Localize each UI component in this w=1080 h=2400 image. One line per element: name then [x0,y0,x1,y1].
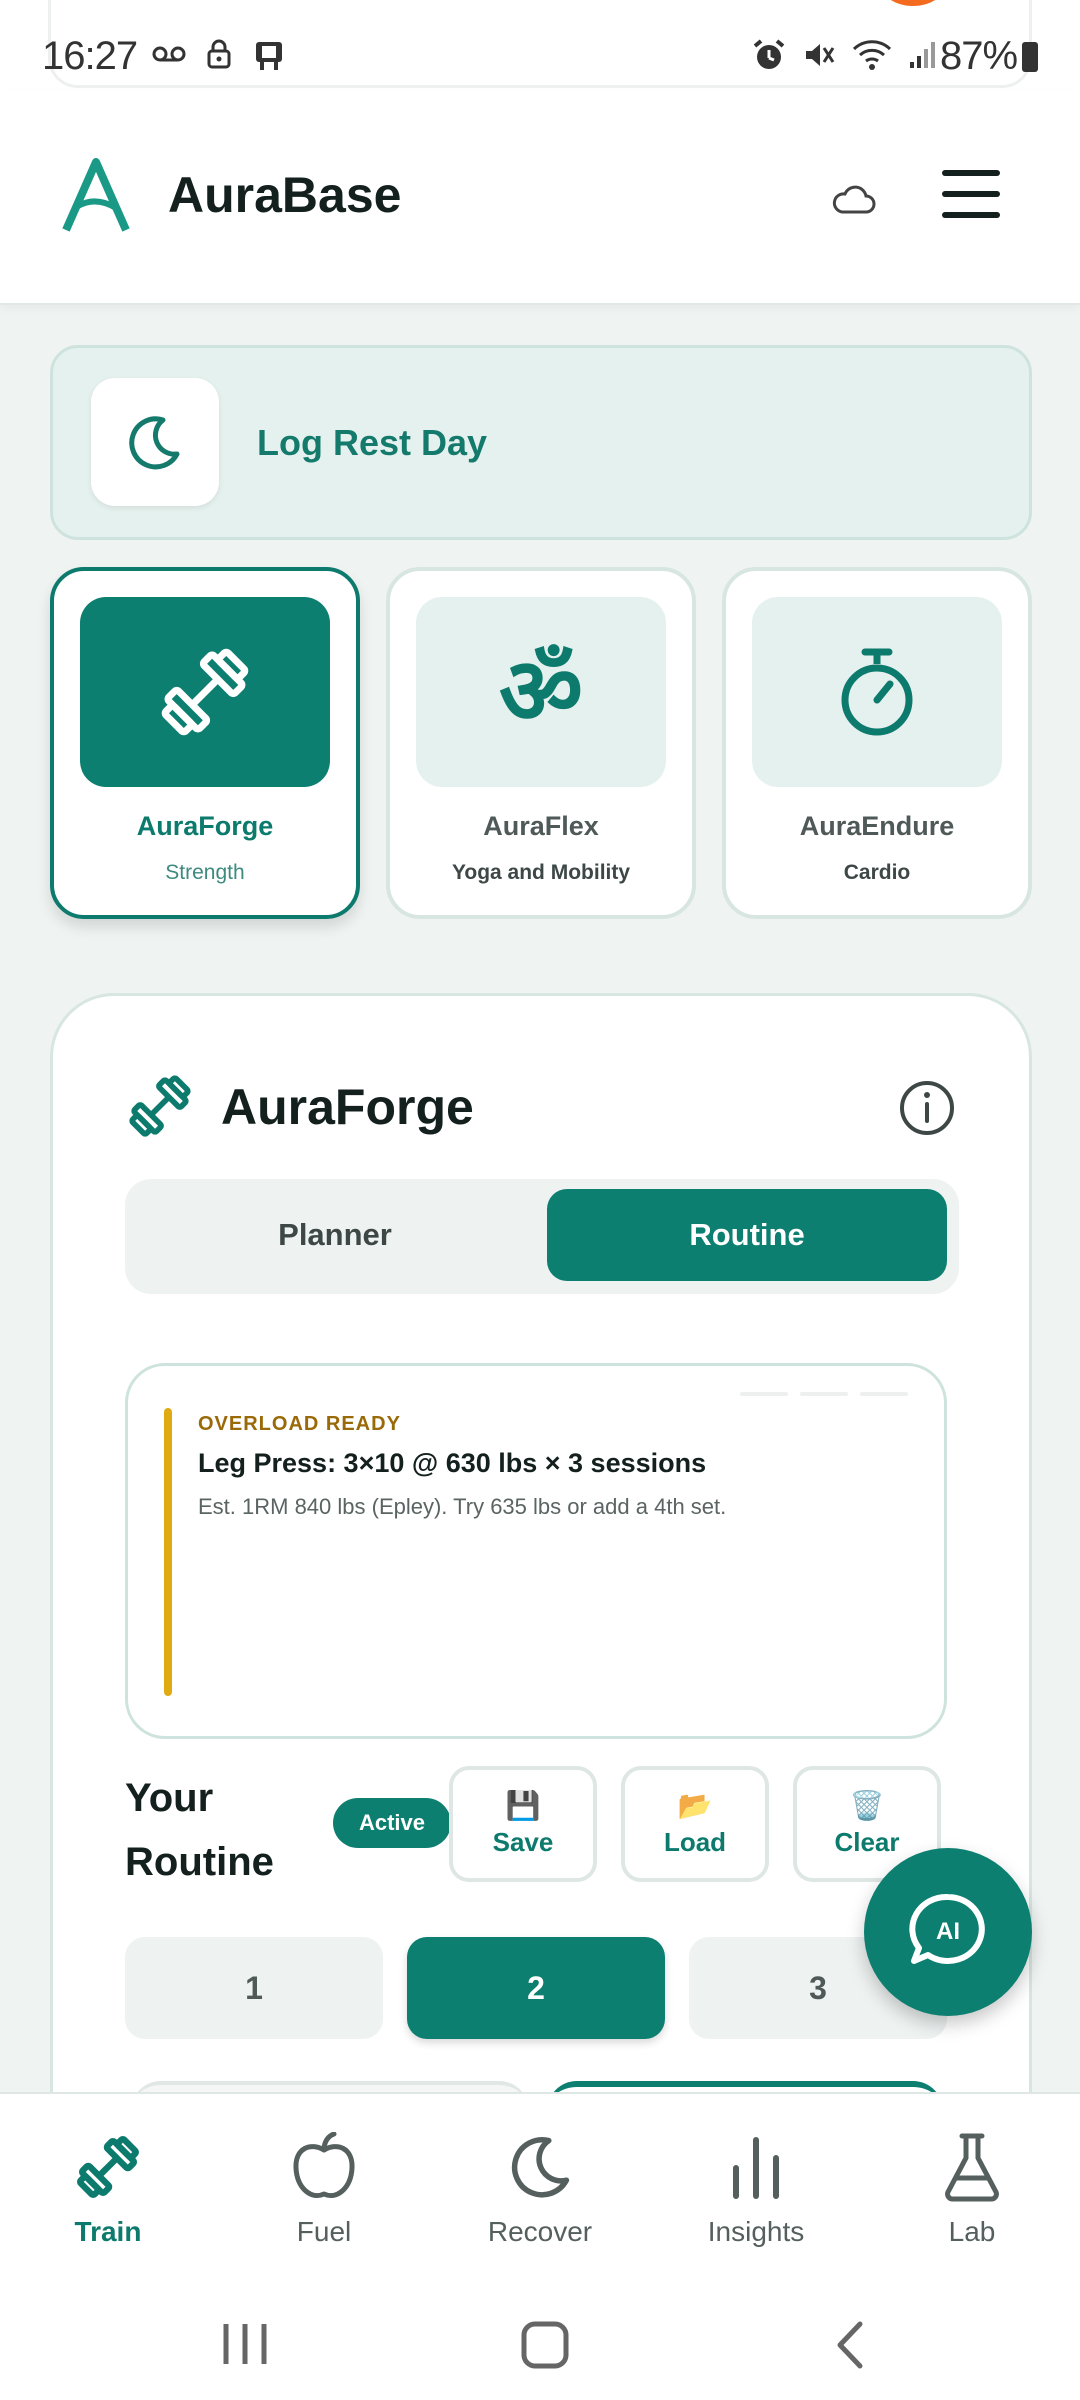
discipline-card-auraforge[interactable]: AuraForge Strength [50,567,360,919]
discipline-card-auraflex[interactable]: ॐ AuraFlex Yoga and Mobility [386,567,696,919]
status-bar: 16:27 87% [0,0,1080,90]
mode-segmented-control: Planner Routine [125,1179,959,1294]
cloud-sync-icon[interactable] [830,182,878,218]
tip-tag: OVERLOAD READY [198,1413,401,1435]
dumbbell-icon [73,2132,143,2202]
status-badge: Active [333,1798,451,1848]
discipline-name: AuraFlex [483,811,599,841]
dumbbell-icon [161,648,249,736]
signal-icon [910,42,935,68]
tab-routine[interactable]: Routine [547,1189,947,1281]
tip-title: Leg Press: 3×10 @ 630 lbs × 3 sessions [198,1448,707,1478]
battery-percent: 87% [940,34,1018,78]
save-button[interactable]: 💾 Save [449,1766,597,1882]
app-header: AuraBase [0,90,1080,305]
status-time: 16:27 [42,34,138,78]
save-label: Save [492,1826,554,1857]
apple-icon [289,2132,359,2202]
rest-day-label: Log Rest Day [257,422,488,463]
discipline-name: AuraEndure [799,811,955,841]
discipline-subtitle: Strength [165,861,245,884]
fab-label: AI [936,1918,960,1945]
wifi-icon [852,40,892,70]
discipline-icon-box: ॐ [416,597,666,787]
folder-icon: 📂 [677,1789,713,1821]
brand-name: AuraBase [168,167,402,223]
flask-icon [937,2132,1007,2202]
status-left-icons [152,38,286,70]
voicemail-icon [152,46,186,62]
mute-icon [806,44,835,66]
panel-title: AuraForge [221,1079,474,1135]
load-button[interactable]: 📂 Load [621,1766,769,1882]
nav-recover[interactable]: Recover [432,2094,648,2284]
bottom-navigation: Train Fuel Recover Insights Lab [0,2092,1080,2282]
load-label: Load [663,1826,727,1857]
alarm-icon [753,39,785,69]
carousel-indicator [740,1392,908,1396]
discipline-card-auraendure[interactable]: AuraEndure Cardio [722,567,1032,919]
chat-bubble-icon: AI [909,1893,985,1964]
tab-planner[interactable]: Planner [135,1189,535,1281]
floppy-disk-icon: 💾 [505,1789,541,1821]
home-icon[interactable] [520,2320,570,2370]
discipline-icon-box [80,597,330,787]
nav-label: Fuel [296,2216,352,2247]
nav-insights[interactable]: Insights [648,2094,864,2284]
aurabase-logo-icon [62,158,130,232]
day-tab-2[interactable]: 2 [407,1937,665,2039]
trash-icon: 🗑️ [849,1789,885,1821]
nav-label: Train [74,2216,142,2247]
device-icon [256,42,282,70]
om-icon: ॐ [499,638,583,745]
nav-train[interactable]: Train [0,2094,216,2284]
nav-label: Recover [487,2216,593,2247]
routine-title: Your Routine [125,1776,274,1884]
discipline-name: AuraForge [136,811,274,841]
system-navigation-bar [0,2282,1080,2400]
nav-lab[interactable]: Lab [864,2094,1080,2284]
discipline-icon-box [752,597,1002,787]
tip-accent-bar [164,1408,172,1696]
day-tab-1[interactable]: 1 [125,1937,383,2039]
dumbbell-icon [129,1075,191,1137]
moon-icon-box [91,378,219,506]
status-right-icons [752,38,938,72]
info-icon[interactable] [899,1080,955,1136]
tip-text: Est. 1RM 840 lbs (Epley). Try 635 lbs or… [198,1494,727,1519]
menu-icon[interactable] [942,170,1000,222]
moon-icon [129,416,180,470]
nav-fuel[interactable]: Fuel [216,2094,432,2284]
discipline-subtitle: Cardio [843,861,911,884]
nav-label: Lab [948,2216,996,2247]
clear-label: Clear [834,1826,900,1857]
lock-icon [207,39,231,69]
recent-apps-icon[interactable] [222,2322,268,2366]
bar-chart-icon [721,2132,791,2202]
discipline-subtitle: Yoga and Mobility [451,861,631,884]
moon-icon [505,2132,575,2202]
ai-assistant-button[interactable]: AI [864,1848,1032,2016]
stopwatch-icon [841,648,913,736]
log-rest-day-button[interactable]: Log Rest Day [50,345,1032,540]
battery-icon [1022,42,1038,72]
back-icon[interactable] [832,2320,866,2370]
nav-label: Insights [707,2216,805,2247]
overload-tip-card[interactable]: OVERLOAD READY Leg Press: 3×10 @ 630 lbs… [125,1363,947,1739]
